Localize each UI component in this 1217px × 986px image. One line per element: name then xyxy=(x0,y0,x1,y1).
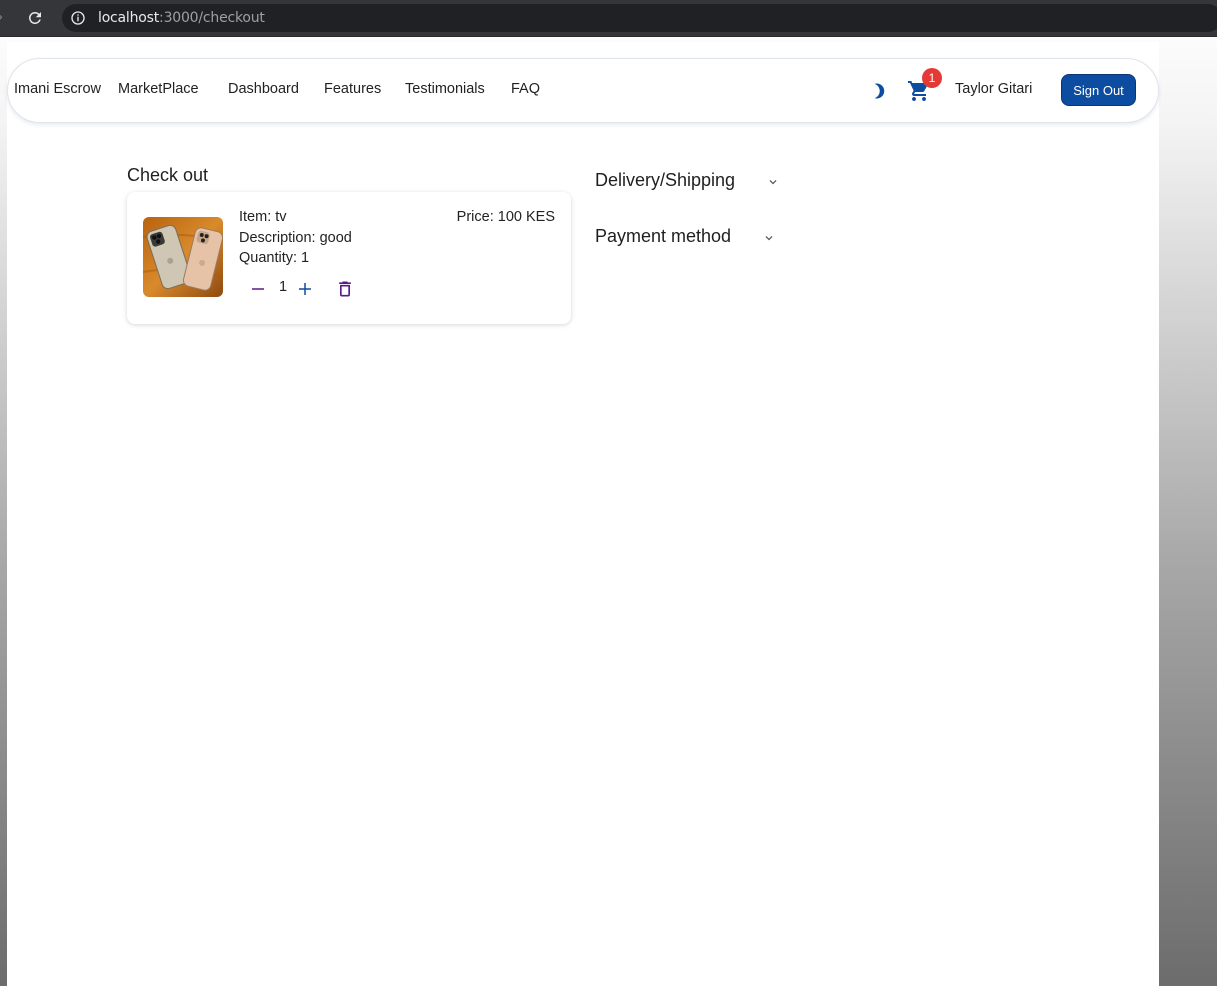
url-text[interactable]: localhost:3000/checkout xyxy=(98,10,265,26)
nav-link-dashboard[interactable]: Dashboard xyxy=(228,81,299,97)
site-info-icon[interactable] xyxy=(70,10,86,26)
product-image xyxy=(143,217,223,297)
nav-link-faq[interactable]: FAQ xyxy=(511,81,540,97)
browser-toolbar: › localhost:3000/checkout xyxy=(0,0,1217,37)
user-name: Taylor Gitari xyxy=(955,81,1033,97)
cart-item-card: Item: tv Description: good Quantity: 1 P… xyxy=(127,192,571,324)
dark-mode-toggle-icon[interactable] xyxy=(870,82,888,100)
nav-link-features[interactable]: Features xyxy=(324,81,381,97)
sign-out-button[interactable]: Sign Out xyxy=(1061,74,1136,106)
item-description: Description: good xyxy=(239,230,352,246)
page-content: Imani Escrow MarketPlace Dashboard Featu… xyxy=(7,42,1159,986)
address-bar[interactable]: localhost:3000/checkout xyxy=(62,4,1217,32)
delete-item-icon[interactable] xyxy=(335,279,355,299)
forward-icon[interactable]: › xyxy=(0,8,3,24)
item-price: Price: 100 KES xyxy=(456,209,555,225)
payment-method-header[interactable]: Payment method xyxy=(595,226,731,247)
chevron-down-icon[interactable] xyxy=(762,231,776,245)
checkout-title: Check out xyxy=(127,165,209,185)
item-name: Item: tv xyxy=(239,209,287,225)
cart-count-badge: 1 xyxy=(922,68,942,88)
chevron-down-icon[interactable] xyxy=(766,175,780,189)
brand-link[interactable]: Imani Escrow xyxy=(14,81,101,97)
reload-icon[interactable] xyxy=(26,9,44,27)
increase-quantity-icon[interactable] xyxy=(296,280,314,298)
nav-link-testimonials[interactable]: Testimonials xyxy=(405,81,485,97)
top-navbar: Imani Escrow MarketPlace Dashboard Featu… xyxy=(7,58,1159,123)
item-quantity: Quantity: 1 xyxy=(239,250,310,266)
nav-link-marketplace[interactable]: MarketPlace xyxy=(118,81,199,97)
quantity-value: 1 xyxy=(279,279,288,295)
delivery-shipping-header[interactable]: Delivery/Shipping xyxy=(595,170,735,191)
decrease-quantity-icon[interactable] xyxy=(249,280,267,298)
